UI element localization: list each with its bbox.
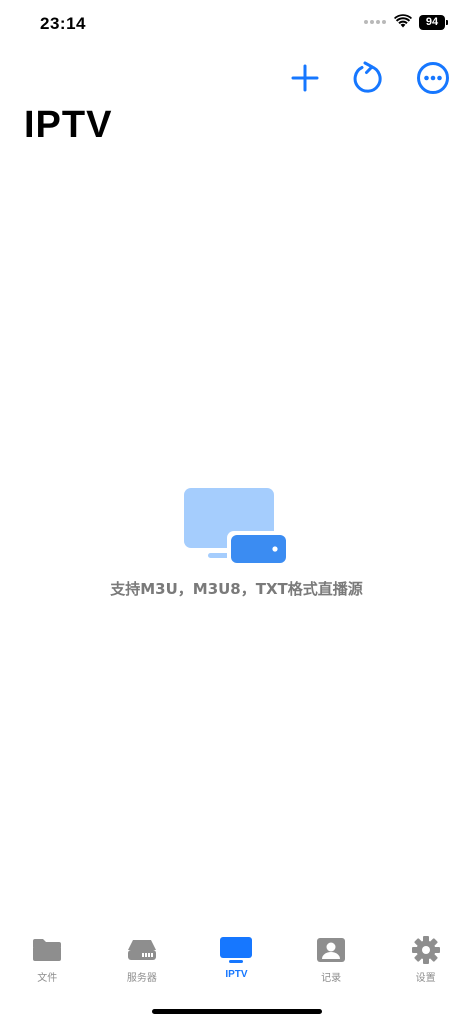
add-button[interactable] bbox=[285, 58, 325, 98]
wifi-icon bbox=[394, 14, 412, 28]
refresh-icon bbox=[353, 61, 382, 93]
server-icon bbox=[127, 940, 156, 960]
home-indicator bbox=[152, 1009, 322, 1014]
tab-label: 设置 bbox=[415, 973, 436, 984]
tab-label: 文件 bbox=[37, 973, 58, 984]
contact-card-icon bbox=[317, 938, 346, 962]
tab-bar: 文件 服务器 IPTV 记录 设置 bbox=[0, 930, 473, 990]
folder-icon bbox=[33, 939, 62, 961]
more-button[interactable] bbox=[413, 58, 453, 98]
tab-records[interactable]: 记录 bbox=[284, 930, 379, 990]
tab-servers[interactable]: 服务器 bbox=[95, 930, 190, 990]
more-icon bbox=[417, 62, 449, 94]
tab-label: 记录 bbox=[321, 973, 342, 984]
tab-label: 服务器 bbox=[126, 973, 157, 984]
battery-level: 94 bbox=[419, 15, 445, 30]
tab-iptv[interactable]: IPTV bbox=[189, 930, 284, 990]
tab-settings[interactable]: 设置 bbox=[378, 930, 473, 990]
tab-label: IPTV bbox=[225, 969, 248, 980]
status-time: 23:14 bbox=[40, 14, 86, 33]
plus-icon bbox=[291, 64, 319, 92]
tv-icon bbox=[183, 488, 287, 565]
empty-state-message: 支持M3U，M3U8，TXT格式直播源 bbox=[110, 580, 363, 598]
page-title: IPTV bbox=[24, 104, 113, 146]
cellular-signal-icon bbox=[364, 20, 388, 26]
gear-icon bbox=[411, 936, 440, 964]
status-bar: 23:14 94 bbox=[0, 0, 473, 50]
tab-files[interactable]: 文件 bbox=[0, 930, 95, 990]
empty-state: 支持M3U，M3U8，TXT格式直播源 bbox=[0, 486, 473, 599]
refresh-button[interactable] bbox=[348, 58, 388, 98]
tv-icon bbox=[220, 937, 253, 963]
nav-actions bbox=[0, 58, 473, 98]
battery-tip bbox=[446, 20, 448, 25]
